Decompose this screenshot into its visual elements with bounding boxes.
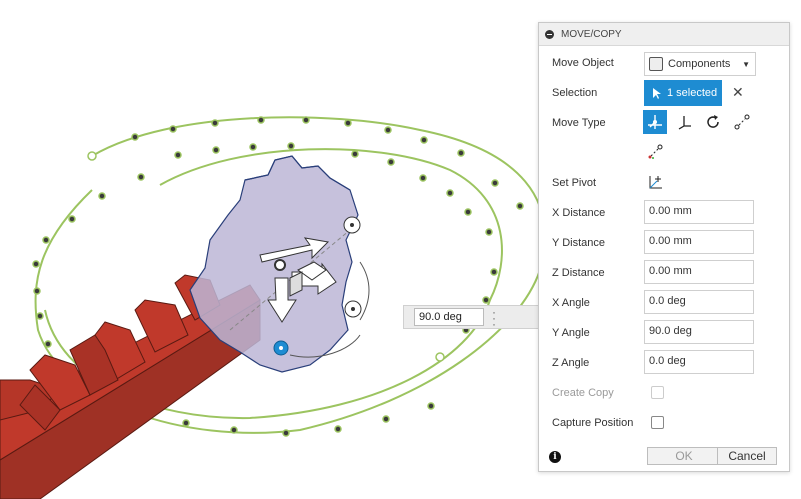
x-angle-input[interactable]: 0.0 deg: [644, 290, 754, 314]
capture-position-checkbox[interactable]: [651, 416, 664, 429]
selection-value: 1 selected: [667, 87, 718, 99]
z-angle-row: Z Angle 0.0 deg: [539, 350, 789, 376]
clear-selection-icon[interactable]: ✕: [732, 84, 744, 101]
capture-position-row: Capture Position: [539, 410, 789, 436]
y-angle-row: Y Angle 90.0 deg: [539, 320, 789, 346]
translate-icon[interactable]: [672, 110, 696, 134]
set-pivot-icon[interactable]: [643, 170, 667, 194]
move-object-value: Components: [668, 58, 731, 70]
point-to-point-icon[interactable]: [730, 110, 754, 134]
z-distance-row: Z Distance 0.00 mm: [539, 260, 789, 286]
x-angle-row: X Angle 0.0 deg: [539, 290, 789, 316]
move-type-row-2: [539, 140, 789, 166]
rotate-icon[interactable]: [701, 110, 725, 134]
set-pivot-row: Set Pivot: [539, 170, 789, 196]
z-distance-label: Z Distance: [552, 267, 605, 279]
x-distance-label: X Distance: [552, 207, 606, 219]
cursor-icon: [653, 88, 661, 99]
move-copy-dialog: MOVE/COPY Move Object Components ▼ Selec…: [538, 22, 790, 472]
move-object-label: Move Object: [552, 57, 614, 69]
collapse-icon[interactable]: [545, 29, 554, 39]
free-move-icon[interactable]: [643, 110, 667, 134]
z-angle-input[interactable]: 0.0 deg: [644, 350, 754, 374]
move-type-label: Move Type: [552, 117, 606, 129]
ok-button[interactable]: OK: [647, 447, 721, 465]
cancel-button[interactable]: Cancel: [717, 447, 777, 465]
angle-manipulator-box: 90.0 deg · · ·: [403, 305, 543, 330]
z-angle-label: Z Angle: [552, 357, 590, 369]
selection-row: Selection 1 selected ✕: [539, 80, 789, 106]
capture-position-label: Capture Position: [552, 417, 634, 429]
create-copy-label: Create Copy: [552, 387, 614, 399]
y-angle-input[interactable]: 90.0 deg: [644, 320, 754, 344]
dialog-title: MOVE/COPY: [561, 28, 622, 40]
component-icon: [649, 57, 663, 71]
selection-button[interactable]: 1 selected: [644, 80, 722, 106]
y-distance-label: Y Distance: [552, 237, 605, 249]
create-copy-row: Create Copy: [539, 380, 789, 406]
move-object-row: Move Object Components ▼: [539, 50, 789, 76]
set-pivot-label: Set Pivot: [552, 177, 597, 189]
y-distance-row: Y Distance 0.00 mm: [539, 230, 789, 256]
y-distance-input[interactable]: 0.00 mm: [644, 230, 754, 254]
x-angle-label: X Angle: [552, 297, 590, 309]
point-to-position-icon[interactable]: [643, 140, 667, 164]
info-icon[interactable]: i: [549, 451, 561, 463]
x-distance-input[interactable]: 0.00 mm: [644, 200, 754, 224]
move-object-dropdown[interactable]: Components ▼: [644, 52, 756, 76]
y-angle-label: Y Angle: [552, 327, 590, 339]
dialog-header: MOVE/COPY: [539, 23, 789, 46]
move-type-row: Move Type: [539, 110, 789, 136]
chevron-down-icon: ▼: [742, 59, 750, 69]
angle-input[interactable]: 90.0 deg: [414, 308, 484, 326]
create-copy-checkbox[interactable]: [651, 386, 664, 399]
z-distance-input[interactable]: 0.00 mm: [644, 260, 754, 284]
more-options-icon[interactable]: · · ·: [492, 306, 496, 330]
x-distance-row: X Distance 0.00 mm: [539, 200, 789, 226]
selection-label: Selection: [552, 87, 598, 99]
